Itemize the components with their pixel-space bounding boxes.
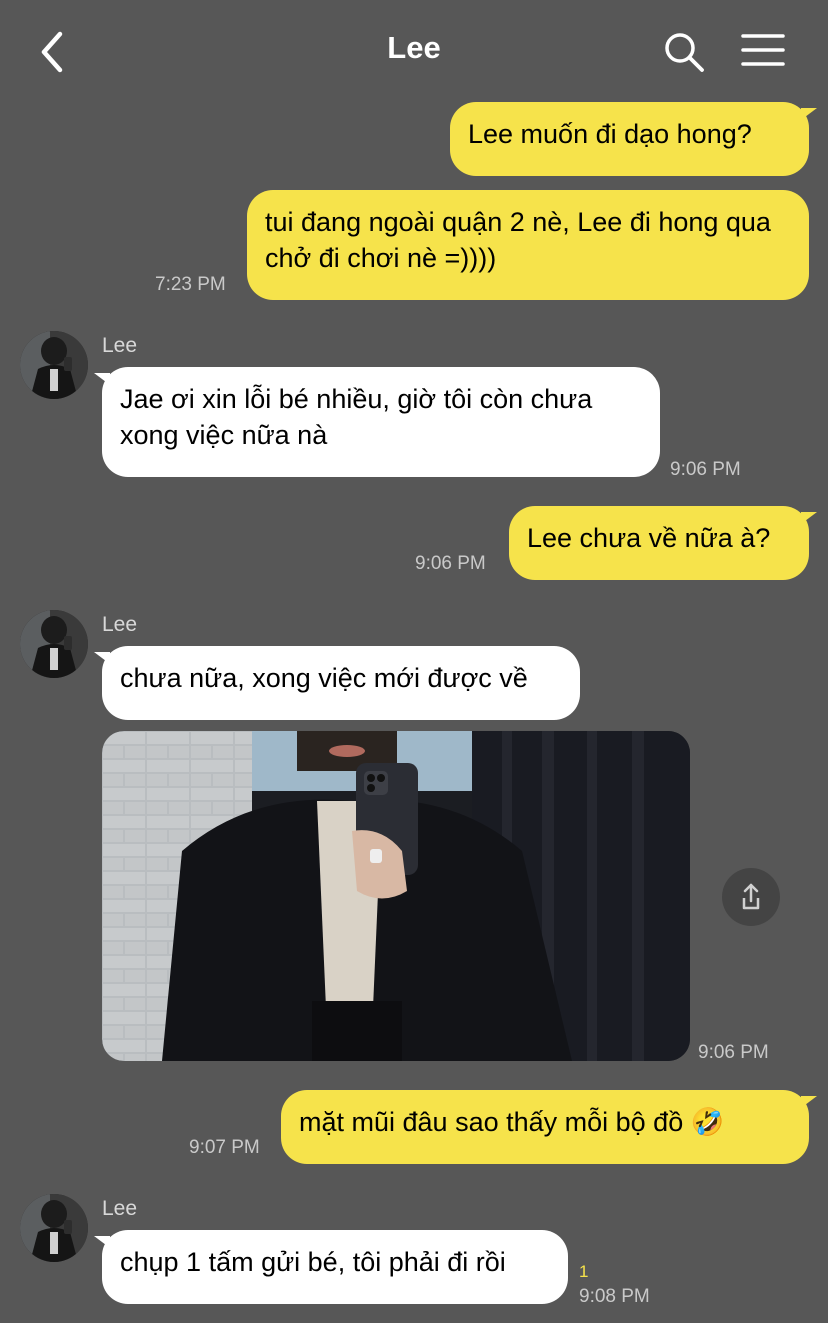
message-timestamp: 9:06 PM [670, 459, 741, 480]
message-timestamp: 9:08 PM [579, 1286, 650, 1307]
sender-name: Lee [102, 334, 138, 357]
message-timestamp: 7:23 PM [155, 274, 226, 295]
message-text: mặt mũi đâu sao thấy mỗi bộ đồ 🤣 [299, 1107, 725, 1137]
message-timestamp: 9:07 PM [189, 1137, 260, 1158]
chat-header: Lee [0, 0, 828, 100]
message-text: Lee muốn đi dạo hong? [468, 119, 752, 149]
message-bubble-received[interactable]: chưa nữa, xong việc mới được về [94, 646, 580, 720]
message-bubble-sent[interactable]: mặt mũi đâu sao thấy mỗi bộ đồ 🤣 [281, 1090, 817, 1164]
share-button[interactable] [722, 868, 780, 926]
message-bubble-received[interactable]: Jae ơi xin lỗi bé nhiều, giờ tôi còn chư… [94, 367, 660, 477]
message-timestamp: 9:06 PM [415, 553, 486, 574]
message-text: chưa nữa, xong việc mới được về [120, 663, 528, 693]
avatar-image [20, 1194, 88, 1262]
message-bubble-sent[interactable]: Lee chưa về nữa à? [509, 506, 817, 580]
message-bubble-received[interactable]: chụp 1 tấm gửi bé, tôi phải đi rồi [94, 1230, 568, 1304]
menu-icon [741, 34, 785, 66]
share-icon [742, 883, 760, 910]
message-text: Jae ơi xin lỗi bé nhiều, giờ tôi còn chư… [120, 384, 593, 450]
avatar-image [20, 331, 88, 399]
avatar[interactable] [20, 1194, 88, 1262]
mirror-selfie-image [102, 731, 690, 1061]
message-text: tui đang ngoài quận 2 nè, Lee đi hong qu… [265, 207, 771, 273]
message-text: Lee chưa về nữa à? [527, 523, 771, 553]
sender-name: Lee [102, 1197, 138, 1220]
avatar[interactable] [20, 610, 88, 678]
sender-name: Lee [102, 613, 138, 636]
avatar-image [20, 610, 88, 678]
message-text: chụp 1 tấm gửi bé, tôi phải đi rồi [120, 1247, 506, 1277]
avatar[interactable] [20, 331, 88, 399]
menu-button[interactable] [740, 32, 786, 70]
search-button[interactable] [662, 30, 706, 74]
message-bubble-sent[interactable]: Lee muốn đi dạo hong? [450, 102, 817, 176]
message-bubble-sent[interactable]: tui đang ngoài quận 2 nè, Lee đi hong qu… [247, 190, 809, 300]
unread-count: 1 [579, 1262, 589, 1281]
photo-message[interactable] [102, 731, 690, 1061]
search-icon [665, 33, 704, 72]
message-timestamp: 9:06 PM [698, 1042, 769, 1063]
